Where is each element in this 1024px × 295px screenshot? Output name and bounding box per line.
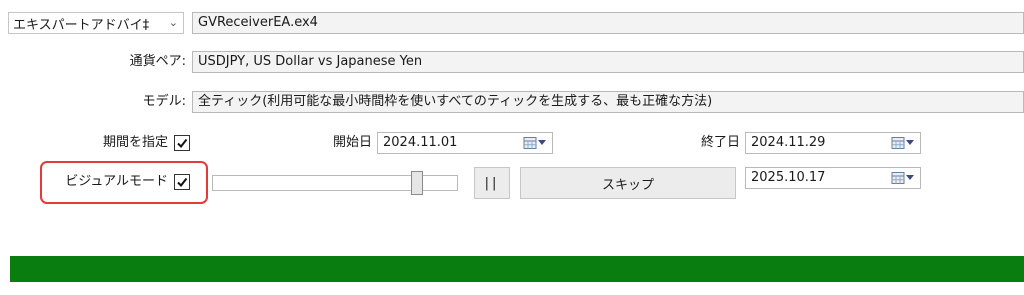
check-icon: [177, 138, 188, 149]
skip-to-date-calendar-button[interactable]: [891, 171, 914, 185]
chevron-down-icon: [906, 140, 914, 145]
model-value: 全ティック(利用可能な最小時間枠を使いすべてのティックを生成する、最も正確な方法…: [198, 94, 713, 109]
period-checkbox[interactable]: [174, 135, 190, 151]
visual-mode-label: ビジュアルモード: [65, 174, 168, 189]
pause-button[interactable]: ||: [474, 167, 510, 199]
chevron-down-icon: [906, 175, 914, 180]
skip-to-date-field[interactable]: 2025.10.17: [745, 167, 921, 189]
model-field[interactable]: 全ティック(利用可能な最小時間枠を使いすべてのティックを生成する、最も正確な方法…: [192, 91, 1024, 113]
symbol-value: USDJPY, US Dollar vs Japanese Yen: [198, 54, 423, 69]
chevron-down-icon: [538, 140, 546, 145]
progress-bar: [10, 256, 1024, 282]
expert-dropdown-label: エキスパートアドバイ‡: [13, 17, 150, 33]
end-date-calendar-button[interactable]: [891, 136, 914, 150]
visual-mode-checkbox[interactable]: [174, 174, 190, 190]
check-icon: [177, 177, 188, 188]
expert-dropdown[interactable]: エキスパートアドバイ‡ ⌄: [8, 12, 184, 34]
expert-file-field[interactable]: GVReceiverEA.ex4: [192, 12, 1024, 34]
model-label: モデル:: [142, 94, 186, 109]
speed-slider-thumb[interactable]: [411, 171, 423, 195]
skip-to-date-value: 2025.10.17: [751, 170, 826, 185]
symbol-label: 通貨ペア:: [129, 54, 186, 69]
pause-icon: ||: [484, 175, 500, 191]
end-date-label: 終了日: [700, 135, 740, 150]
start-date-field[interactable]: 2024.11.01: [377, 132, 553, 154]
calendar-icon: [891, 172, 905, 184]
expert-file-value: GVReceiverEA.ex4: [198, 15, 318, 30]
progress-bar-fill: [10, 256, 1024, 282]
chevron-down-icon: ⌄: [168, 16, 178, 29]
speed-slider[interactable]: [212, 171, 458, 195]
start-date-value: 2024.11.01: [383, 135, 458, 150]
period-label: 期間を指定: [102, 135, 168, 150]
symbol-field[interactable]: USDJPY, US Dollar vs Japanese Yen: [192, 51, 1024, 73]
start-date-label: 開始日: [332, 135, 372, 150]
calendar-icon: [891, 137, 905, 149]
skip-button-label: スキップ: [601, 177, 654, 193]
end-date-field[interactable]: 2024.11.29: [745, 132, 921, 154]
skip-button[interactable]: スキップ: [520, 167, 736, 199]
calendar-icon: [523, 137, 537, 149]
end-date-value: 2024.11.29: [751, 135, 826, 150]
start-date-calendar-button[interactable]: [523, 136, 546, 150]
